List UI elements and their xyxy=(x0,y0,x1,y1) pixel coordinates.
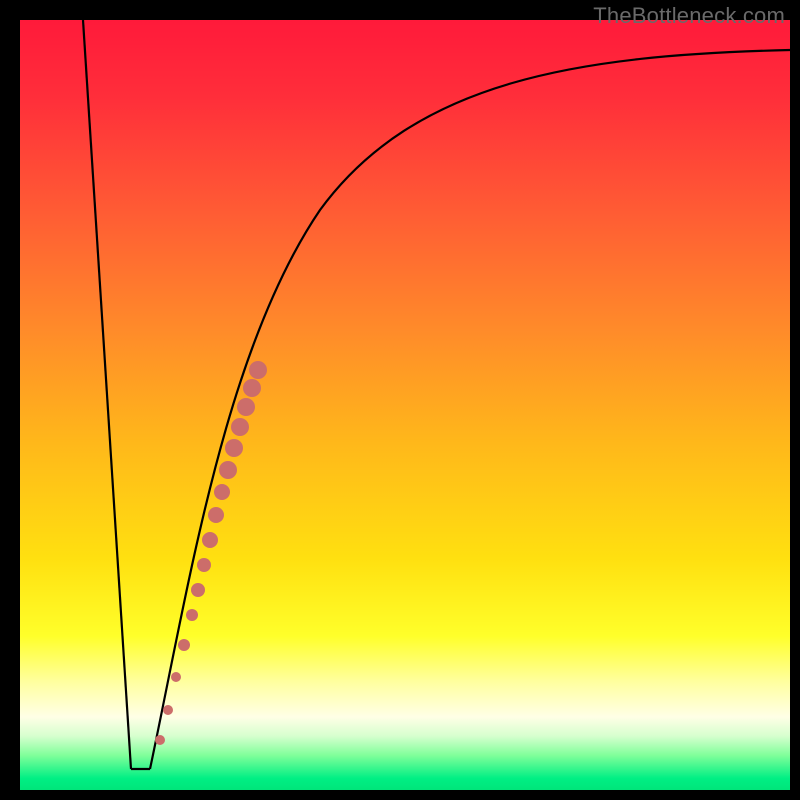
watermark-text: TheBottleneck.com xyxy=(593,3,785,29)
plot-area xyxy=(20,20,790,790)
chart-frame: TheBottleneck.com xyxy=(5,5,795,795)
gradient-background xyxy=(20,20,790,790)
